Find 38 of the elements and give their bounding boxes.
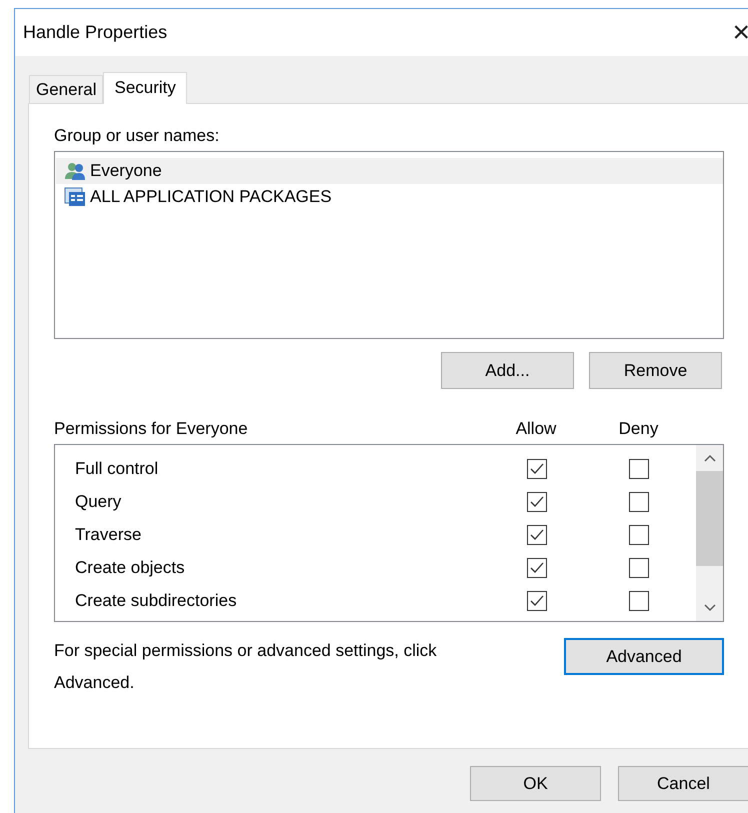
app-window-icon (64, 187, 86, 207)
checkbox[interactable] (527, 558, 547, 578)
checkbox[interactable] (527, 524, 547, 544)
permission-name: Traverse (75, 524, 142, 544)
close-button[interactable]: × (732, 18, 748, 48)
permission-name: Create objects (75, 558, 186, 578)
permissions-label: Permissions for Everyone (54, 419, 249, 439)
button[interactable]: Remove (589, 352, 722, 389)
permission-name: Create subdirectories (75, 590, 238, 610)
tab[interactable]: General (29, 75, 104, 103)
button[interactable]: Add... (441, 352, 574, 389)
group-list-label: Group or user names: (54, 126, 220, 146)
checkbox[interactable] (629, 492, 649, 512)
checkbox[interactable] (629, 458, 649, 478)
group-list[interactable]: Everyone ALL APPLICATION PACKAGES (54, 151, 724, 339)
checkbox[interactable] (629, 524, 649, 544)
list-item[interactable]: ALL APPLICATION PACKAGES (56, 184, 723, 210)
checkbox[interactable] (629, 590, 649, 610)
tab[interactable]: Security (103, 72, 187, 104)
scrollbar-thumb[interactable] (696, 471, 723, 566)
button[interactable]: OK (470, 766, 601, 801)
advanced-button[interactable]: Advanced (564, 638, 724, 675)
users-icon (64, 161, 86, 181)
user-name: Everyone (90, 161, 162, 181)
checkbox[interactable] (527, 590, 547, 610)
permission-name: Query (75, 492, 122, 512)
checkbox[interactable] (527, 492, 547, 512)
list-item[interactable]: Everyone (56, 158, 723, 184)
checkbox[interactable] (629, 558, 649, 578)
window-title: Handle Properties (23, 22, 168, 43)
column-header: Deny (618, 419, 660, 439)
help-text: For special permissions or advanced settings, click Advanced. (54, 640, 438, 694)
column-header: Allow (514, 419, 558, 439)
scrollbar[interactable] (696, 445, 723, 621)
permission-name: Full control (75, 458, 160, 478)
button[interactable]: Cancel (618, 766, 748, 801)
checkbox[interactable] (527, 458, 547, 478)
user-name: ALL APPLICATION PACKAGES (90, 187, 332, 207)
